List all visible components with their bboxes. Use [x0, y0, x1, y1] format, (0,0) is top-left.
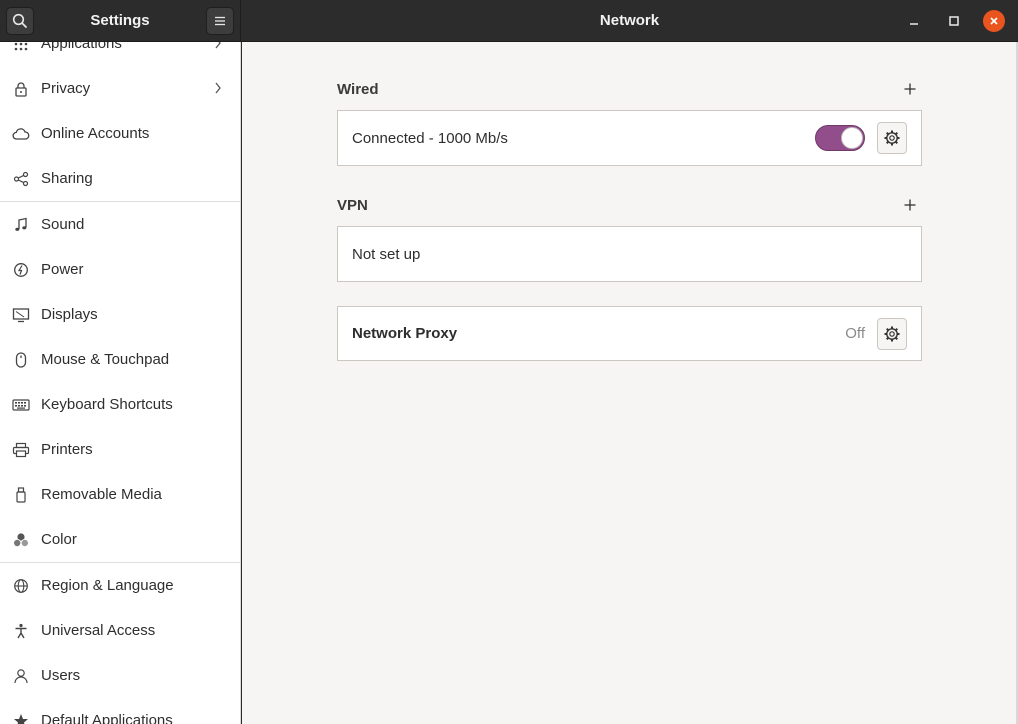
vpn-section-header: VPN [337, 193, 922, 217]
sidebar-item-label: Default Applications [41, 712, 173, 724]
wired-title: Wired [337, 80, 379, 98]
sidebar-item-label: Region & Language [41, 577, 174, 594]
wired-toggle[interactable] [815, 125, 865, 151]
display-icon [12, 306, 30, 324]
wired-section-header: Wired [337, 77, 922, 101]
sidebar-item-privacy[interactable]: Privacy [0, 66, 240, 111]
minimize-icon [910, 23, 918, 25]
sidebar-item-label: Displays [41, 306, 98, 323]
power-icon [12, 261, 30, 279]
sidebar-title: Settings [90, 12, 150, 29]
mouse-icon [12, 351, 30, 369]
accessibility-icon [12, 622, 30, 640]
keyboard-icon [12, 396, 30, 414]
proxy-settings-button[interactable] [877, 317, 907, 350]
wired-status: Connected - 1000 Mb/s [352, 129, 508, 147]
printer-icon [12, 441, 30, 459]
music-note-icon [12, 216, 30, 234]
wired-connection-row: Connected - 1000 Mb/s [337, 110, 922, 166]
network-proxy-label: Network Proxy [352, 325, 458, 342]
sidebar-item-online-accounts[interactable]: Online Accounts [0, 111, 240, 156]
sidebar-item-label: Keyboard Shortcuts [41, 396, 173, 413]
sidebar-header: Settings [0, 0, 241, 42]
menu-button[interactable] [206, 7, 234, 35]
sidebar-item-label: Printers [41, 441, 93, 458]
sidebar-item-sound[interactable]: Sound [0, 202, 240, 247]
sidebar-item-label: Mouse & Touchpad [41, 351, 170, 368]
sidebar-item-label: Sound [41, 216, 85, 233]
sidebar-item-universal-access[interactable]: Universal Access [0, 608, 240, 653]
usb-icon [12, 486, 30, 504]
network-proxy-row[interactable]: Network Proxy Off [337, 306, 922, 361]
sidebar-item-displays[interactable]: Displays [0, 292, 240, 337]
sidebar-item-removable-media[interactable]: Removable Media [0, 472, 240, 517]
minimize-button[interactable] [903, 10, 925, 32]
add-wired-button[interactable] [898, 77, 922, 101]
chevron-right-icon [215, 82, 221, 94]
sidebar-item-label: Online Accounts [41, 125, 150, 142]
lock-icon [12, 80, 30, 98]
cloud-icon [12, 125, 30, 143]
network-proxy-status: Off [845, 325, 865, 342]
vpn-row: Not set up [337, 226, 922, 282]
header-bar: Settings Network [0, 0, 1018, 42]
sidebar-item-sharing[interactable]: Sharing [0, 156, 240, 201]
sidebar-item-keyboard-shortcuts[interactable]: Keyboard Shortcuts [0, 382, 240, 427]
hamburger-icon [215, 16, 225, 26]
user-icon [12, 667, 30, 685]
sidebar-item-printers[interactable]: Printers [0, 427, 240, 472]
chevron-right-icon [215, 42, 221, 49]
plus-icon [904, 83, 916, 95]
vpn-title: VPN [337, 196, 368, 214]
sidebar-item-label: Sharing [41, 170, 93, 187]
search-button[interactable] [6, 7, 34, 35]
wired-settings-button[interactable] [877, 122, 907, 154]
star-icon [12, 712, 30, 724]
sidebar-item-label: Privacy [41, 80, 91, 97]
sidebar-item-label: Power [41, 261, 84, 278]
sidebar-item-default-applications[interactable]: Default Applications [0, 698, 240, 724]
vpn-status: Not set up [352, 245, 421, 263]
sidebar-item-users[interactable]: Users [0, 653, 240, 698]
maximize-icon [949, 16, 959, 26]
plus-icon [904, 199, 916, 211]
gear-icon [884, 326, 900, 341]
sidebar-item-label: Removable Media [41, 486, 162, 503]
color-icon [12, 531, 30, 549]
sidebar-item-label: Users [41, 667, 81, 684]
sidebar-item-label: Universal Access [41, 622, 156, 639]
sidebar-item-power[interactable]: Power [0, 247, 240, 292]
sidebar-item-applications[interactable]: Applications [0, 42, 240, 66]
maximize-button[interactable] [943, 10, 965, 32]
toggle-knob [841, 127, 863, 149]
close-button[interactable] [983, 10, 1005, 32]
add-vpn-button[interactable] [898, 193, 922, 217]
sidebar-item-label: Color [41, 531, 77, 548]
apps-icon [12, 42, 30, 53]
share-icon [12, 170, 30, 188]
sidebar: Applications Privacy Online Accounts Sha… [0, 42, 241, 724]
sidebar-item-mouse-touchpad[interactable]: Mouse & Touchpad [0, 337, 240, 382]
gear-icon [884, 130, 900, 146]
close-icon [990, 17, 998, 25]
sidebar-list: Applications Privacy Online Accounts Sha… [0, 42, 240, 724]
search-icon [12, 13, 27, 28]
sidebar-item-label: Applications [41, 42, 122, 52]
sidebar-item-region-language[interactable]: Region & Language [0, 563, 240, 608]
page-title: Network [599, 12, 660, 29]
globe-icon [12, 577, 30, 595]
sidebar-item-color[interactable]: Color [0, 517, 240, 562]
network-panel: Wired Connected - 1000 Mb/s VPN Not set … [242, 42, 1018, 724]
